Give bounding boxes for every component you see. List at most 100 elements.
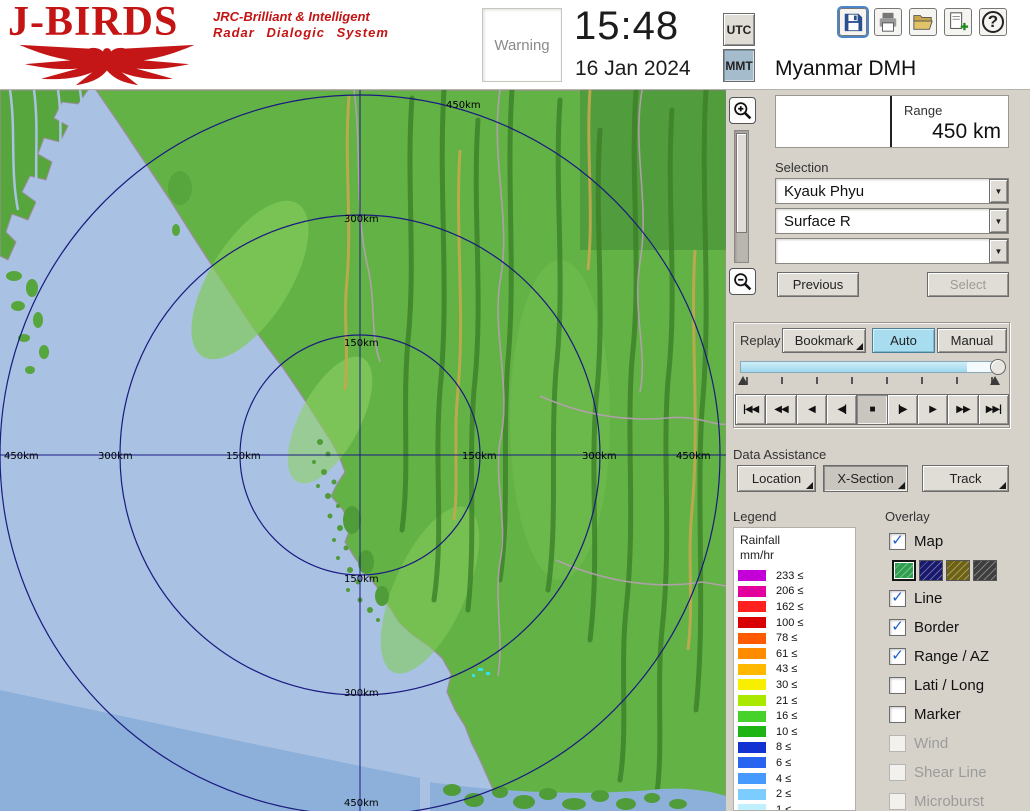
legend-label: Legend <box>733 509 776 524</box>
overlay-item-map[interactable]: ✓ Map <box>889 527 1024 556</box>
help-button[interactable]: ? <box>979 8 1007 36</box>
legend-threshold: 2 ≤ <box>776 788 791 800</box>
timeline-start-marker[interactable] <box>738 376 748 385</box>
location-label: Location <box>752 471 801 486</box>
chevron-down-icon[interactable]: ▼ <box>989 179 1008 203</box>
checked-checkbox[interactable]: ✓ <box>889 648 906 665</box>
overlay-item-lati-long[interactable]: Lati / Long <box>889 671 1024 700</box>
legend-row: 10 ≤ <box>734 724 855 740</box>
legend-row: 30 ≤ <box>734 677 855 693</box>
legend-row: 21 ≤ <box>734 693 855 709</box>
legend-threshold: 30 ≤ <box>776 679 797 691</box>
mmt-button[interactable]: MMT <box>723 49 755 82</box>
stop-button[interactable]: ■ <box>856 394 887 425</box>
export-button[interactable] <box>944 8 972 36</box>
play-button[interactable]: ▶ <box>917 394 948 425</box>
timeline-thumb[interactable] <box>990 359 1006 375</box>
legend-threshold: 6 ≤ <box>776 757 791 769</box>
legend-color-swatch <box>738 586 766 597</box>
timeline-tick <box>816 377 818 384</box>
bookmark-button[interactable]: Bookmark <box>782 328 866 353</box>
utc-button[interactable]: UTC <box>723 13 755 46</box>
checked-checkbox[interactable]: ✓ <box>889 619 906 636</box>
legend-color-swatch <box>738 695 766 706</box>
map-style-swatch-4[interactable] <box>973 560 997 581</box>
overlay-item-label: Border <box>914 619 959 636</box>
selection-label: Selection <box>775 160 828 175</box>
site-dropdown-value: Kyauk Phyu <box>776 183 989 200</box>
checked-checkbox[interactable]: ✓ <box>889 590 906 607</box>
menu-corner-icon <box>806 482 813 489</box>
track-button[interactable]: Track <box>922 465 1009 492</box>
option-dropdown[interactable]: ▼ <box>775 238 1009 264</box>
overlay-item-label: Map <box>914 533 943 550</box>
legend-row: 43 ≤ <box>734 662 855 678</box>
zoom-slider-track[interactable] <box>734 130 749 263</box>
map-style-swatch-3[interactable] <box>946 560 970 581</box>
legend-row: 4 ≤ <box>734 771 855 787</box>
fast-forward-button[interactable]: ▶▶ <box>947 394 978 425</box>
radar-map[interactable]: 450km300km150km150km300km450km450km300km… <box>0 90 726 811</box>
zoom-slider-thumb[interactable] <box>736 133 747 233</box>
legend-threshold: 206 ≤ <box>776 585 803 597</box>
unchecked-checkbox[interactable] <box>889 677 906 694</box>
fast-rewind-button[interactable]: ◀◀ <box>765 394 796 425</box>
chevron-down-icon[interactable]: ▼ <box>989 209 1008 233</box>
replay-timeline[interactable] <box>740 361 1004 373</box>
location-button[interactable]: Location <box>737 465 816 492</box>
product-dropdown[interactable]: Surface R ▼ <box>775 208 1009 234</box>
legend-row: 61 ≤ <box>734 646 855 662</box>
x-section-button[interactable]: X-Section <box>823 465 908 492</box>
unchecked-checkbox[interactable] <box>889 706 906 723</box>
legend-threshold: 10 ≤ <box>776 726 797 738</box>
legend-color-swatch <box>738 742 766 753</box>
zoom-out-button[interactable] <box>729 268 756 295</box>
zoom-in-icon <box>732 100 753 121</box>
save-button[interactable] <box>839 8 867 36</box>
site-dropdown[interactable]: Kyauk Phyu ▼ <box>775 178 1009 204</box>
checked-checkbox[interactable]: ✓ <box>889 533 906 550</box>
legend-threshold: 8 ≤ <box>776 741 791 753</box>
timeline-position-marker[interactable] <box>990 376 1000 385</box>
manual-button[interactable]: Manual <box>937 328 1007 353</box>
zoom-in-button[interactable] <box>729 97 756 124</box>
legend-threshold: 162 ≤ <box>776 601 803 613</box>
auto-button[interactable]: Auto <box>872 328 935 353</box>
unchecked-checkbox <box>889 735 906 752</box>
overlay-item-range-az[interactable]: ✓Range / AZ <box>889 642 1024 671</box>
timeline-tick <box>851 377 853 384</box>
legend-color-swatch <box>738 789 766 800</box>
legend-title: Rainfall <box>740 533 855 547</box>
map-style-swatch-2[interactable] <box>919 560 943 581</box>
map-style-swatch-1[interactable] <box>892 560 916 581</box>
transport-controls: |◀◀◀◀◀◀|■|▶▶▶▶▶▶| <box>736 394 1009 425</box>
range-ring-label: 300km <box>344 214 379 225</box>
timeline-tick <box>886 377 888 384</box>
warning-indicator[interactable]: Warning <box>482 8 562 82</box>
overlay-item-line[interactable]: ✓Line <box>889 584 1024 613</box>
legend-color-swatch <box>738 711 766 722</box>
legend-color-swatch <box>738 570 766 581</box>
unchecked-checkbox <box>889 764 906 781</box>
step-back-button[interactable]: ◀| <box>826 394 857 425</box>
open-folder-button[interactable] <box>909 8 937 36</box>
overlay-item-shear-line: Shear Line <box>889 758 1024 787</box>
x-section-label: X-Section <box>837 471 893 486</box>
overlay-item-marker[interactable]: Marker <box>889 700 1024 729</box>
step-forward-button[interactable]: |▶ <box>887 394 918 425</box>
select-button[interactable]: Select <box>927 272 1009 297</box>
legend-threshold: 61 ≤ <box>776 648 797 660</box>
legend-color-swatch <box>738 648 766 659</box>
previous-button[interactable]: Previous <box>777 272 859 297</box>
overlay-item-microburst: Microburst <box>889 787 1024 811</box>
warning-label: Warning <box>494 37 549 54</box>
skip-end-button[interactable]: ▶▶| <box>978 394 1009 425</box>
menu-corner-icon <box>898 482 905 489</box>
chevron-down-icon[interactable]: ▼ <box>989 239 1008 263</box>
range-ring-label: 450km <box>344 798 379 809</box>
reverse-play-button[interactable]: ◀ <box>796 394 827 425</box>
print-button[interactable] <box>874 8 902 36</box>
legend-color-swatch <box>738 664 766 675</box>
overlay-item-border[interactable]: ✓ Border <box>889 613 1024 642</box>
skip-start-button[interactable]: |◀◀ <box>735 394 766 425</box>
